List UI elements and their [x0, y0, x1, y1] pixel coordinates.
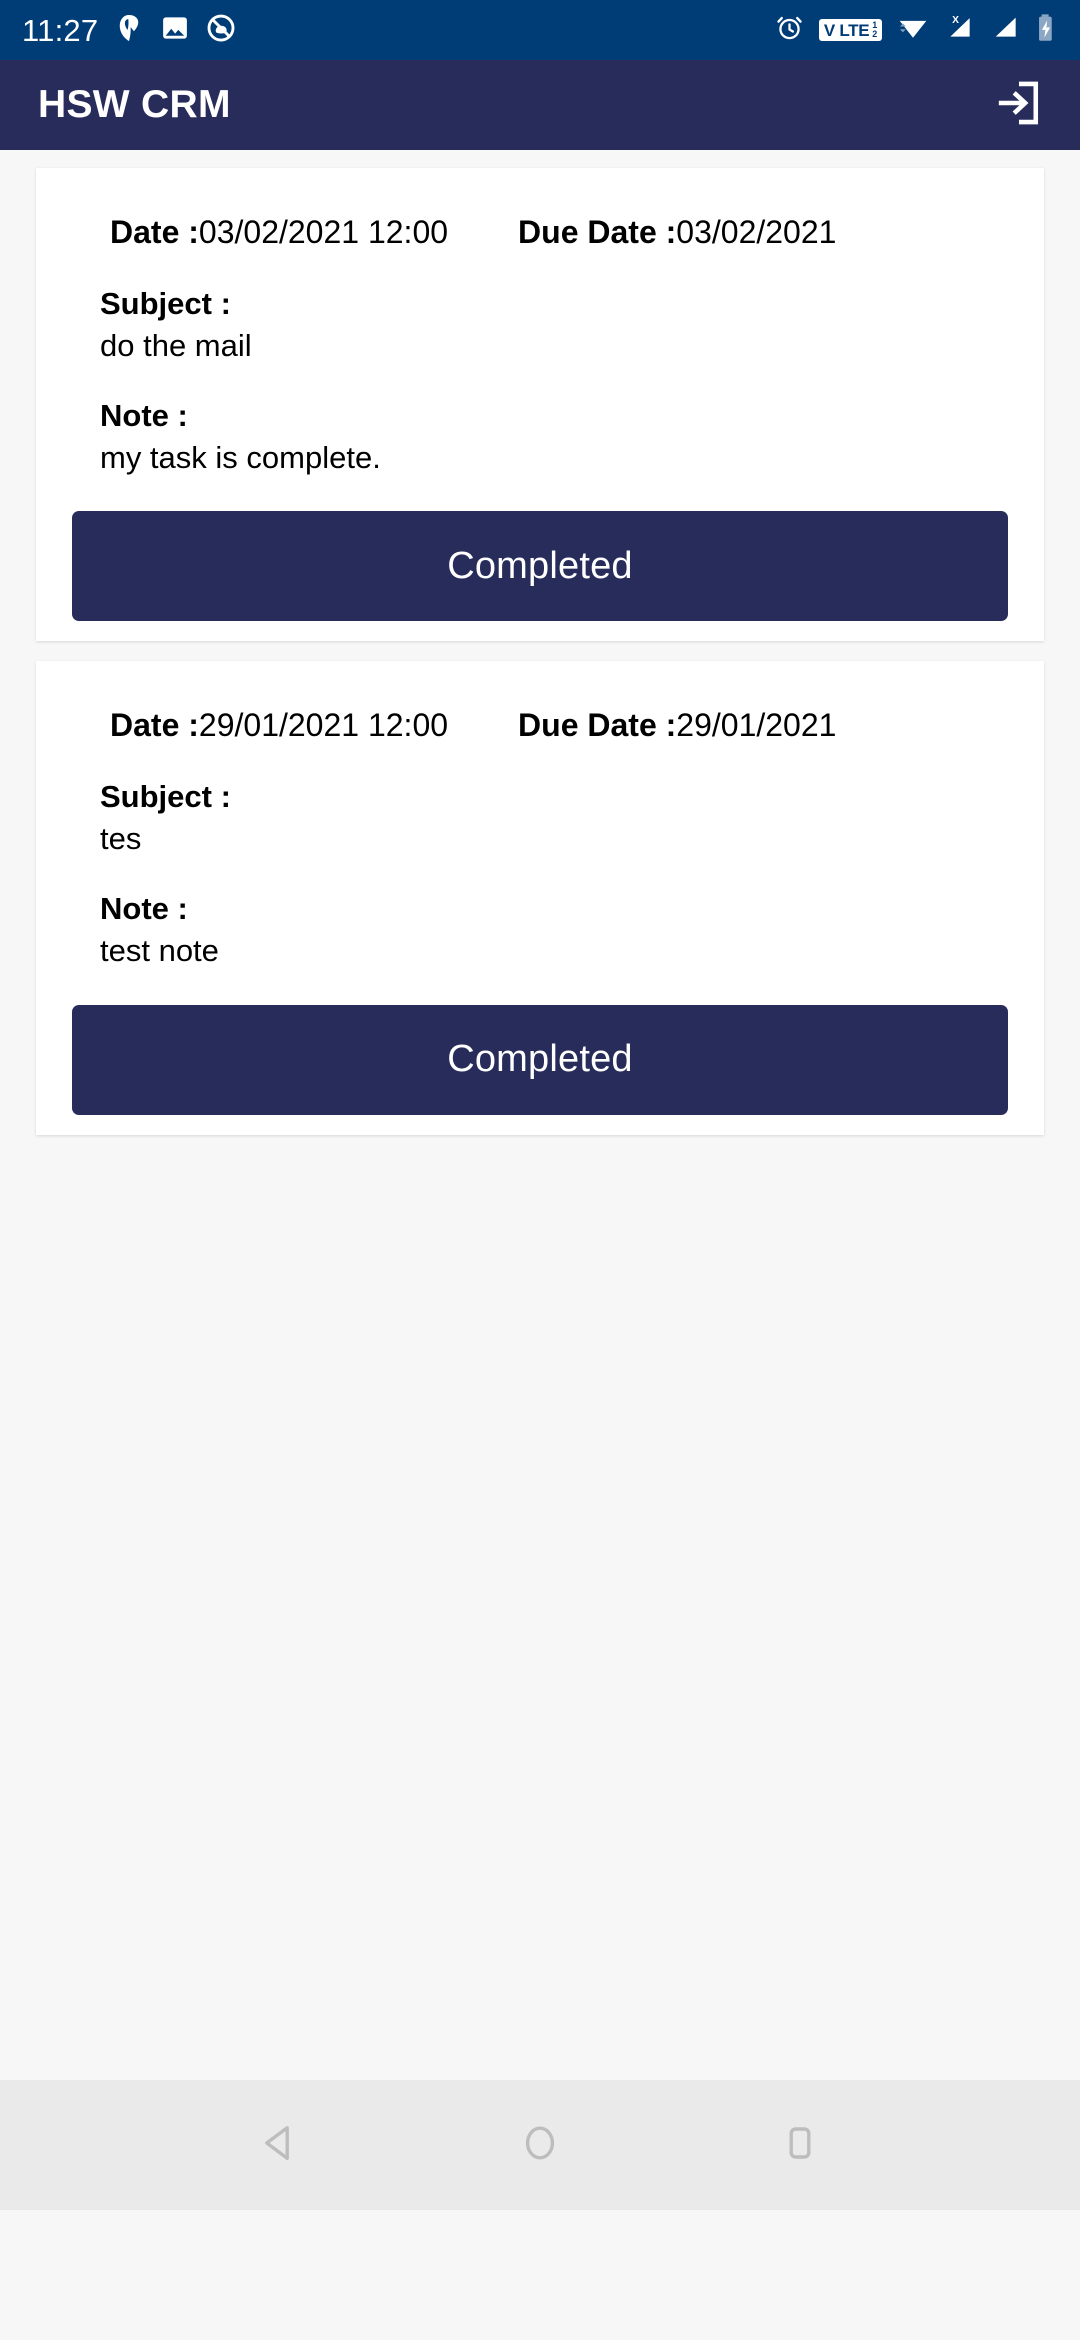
- app-notification-icon: [114, 13, 144, 48]
- date-label: Date :: [110, 214, 199, 250]
- subject-label: Subject :: [100, 286, 231, 321]
- task-date: Date : 03/02/2021 12:00: [110, 214, 448, 251]
- task-due-date: Due Date : 03/02/2021: [518, 214, 836, 251]
- volte-icon: V LTE 1 2: [818, 19, 882, 41]
- note-value: test note: [100, 932, 219, 968]
- battery-charging-icon: [1036, 13, 1058, 48]
- recents-square-icon: [776, 2119, 824, 2172]
- signal-no-sim-icon: X: [944, 13, 976, 47]
- due-date-label: Due Date :: [518, 214, 677, 250]
- volte-label: V LTE: [823, 20, 870, 40]
- task-subject: Subject : do the mail: [36, 283, 1044, 367]
- due-date-value: 29/01/2021: [676, 707, 837, 744]
- completed-button[interactable]: Completed: [72, 511, 1008, 622]
- android-nav-bar: [0, 2080, 1080, 2210]
- alarm-icon: [775, 13, 804, 47]
- app-bar: HSW CRM: [0, 60, 1080, 150]
- date-value: 29/01/2021 12:00: [198, 707, 449, 744]
- page-title: HSW CRM: [38, 83, 231, 126]
- due-date-value: 03/02/2021: [676, 214, 837, 250]
- task-date: Date : 29/01/2021 12:00: [110, 707, 448, 744]
- task-card[interactable]: Date : 03/02/2021 12:00 Due Date : 03/02…: [36, 168, 1044, 642]
- svg-text:X: X: [952, 15, 959, 26]
- volte-fraction: 1 2: [872, 20, 877, 39]
- status-bar: 11:27 V LTE 1 2 X: [0, 0, 1080, 60]
- do-not-disturb-icon: [206, 13, 236, 48]
- note-value: my task is complete.: [100, 439, 381, 475]
- task-date-row: Date : 29/01/2021 12:00 Due Date : 29/01…: [36, 661, 1044, 744]
- subject-value: do the mail: [100, 327, 252, 363]
- subject-label: Subject :: [100, 779, 231, 815]
- home-circle-icon: [516, 2119, 564, 2172]
- home-button[interactable]: [495, 2100, 585, 2190]
- image-icon: [160, 13, 190, 48]
- wifi-icon: [897, 13, 929, 47]
- task-due-date: Due Date : 29/01/2021: [518, 707, 836, 744]
- task-subject: Subject : tes: [36, 776, 1044, 860]
- note-label: Note :: [100, 397, 188, 433]
- logout-icon: [992, 77, 1044, 134]
- signal-icon: [991, 13, 1021, 47]
- date-label: Date :: [110, 707, 199, 744]
- task-date-row: Date : 03/02/2021 12:00 Due Date : 03/02…: [36, 168, 1044, 251]
- back-triangle-icon: [256, 2119, 304, 2172]
- logout-button[interactable]: [990, 77, 1046, 133]
- recents-button[interactable]: [755, 2100, 845, 2190]
- subject-value: tes: [100, 821, 142, 857]
- task-card[interactable]: Date : 29/01/2021 12:00 Due Date : 29/01…: [36, 661, 1044, 1135]
- back-button[interactable]: [235, 2100, 325, 2190]
- status-bar-right: V LTE 1 2 X: [775, 13, 1058, 48]
- date-value: 03/02/2021 12:00: [198, 214, 449, 250]
- task-list: Date : 03/02/2021 12:00 Due Date : 03/02…: [0, 150, 1080, 2210]
- status-bar-left: 11:27: [22, 13, 236, 48]
- note-label: Note :: [100, 891, 188, 927]
- task-action-wrap: Completed: [36, 478, 1044, 622]
- completed-button[interactable]: Completed: [72, 1004, 1008, 1115]
- task-action-wrap: Completed: [36, 972, 1044, 1115]
- status-bar-clock: 11:27: [22, 12, 99, 48]
- task-note: Note : test note: [36, 888, 1044, 972]
- task-note: Note : my task is complete.: [36, 395, 1044, 479]
- due-date-label: Due Date :: [518, 707, 677, 744]
